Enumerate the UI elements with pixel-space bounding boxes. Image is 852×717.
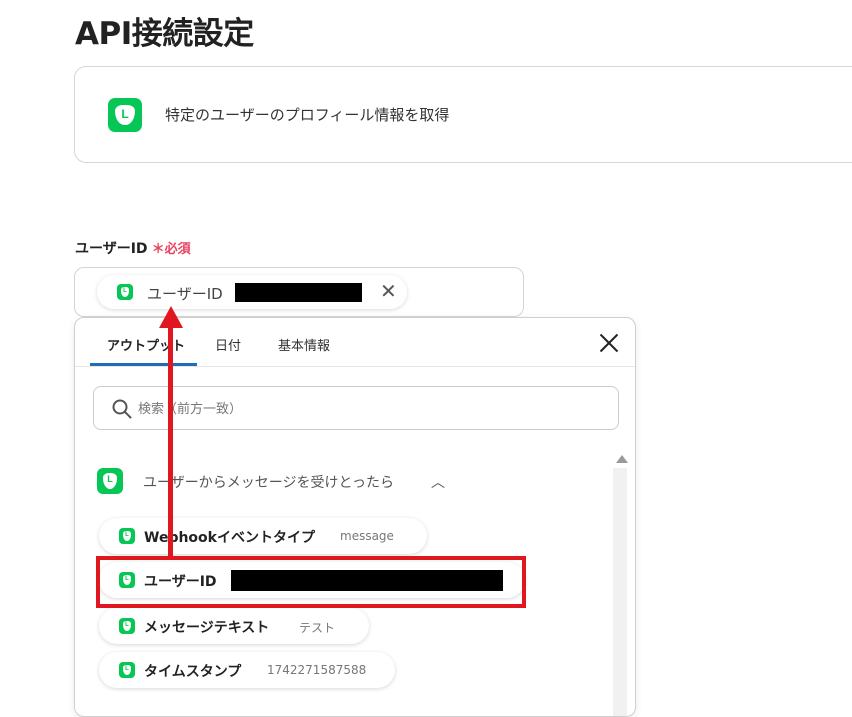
line-icon: L [108,98,142,132]
group-label: ユーザーからメッセージを受けとったら [143,475,395,491]
line-icon: L [117,284,133,300]
line-icon: L [119,528,135,544]
chip-close-icon[interactable]: ✕ [380,279,397,303]
search-input[interactable] [136,395,606,423]
tab-basic-info[interactable]: 基本情報 [278,335,330,354]
page-title: API接続設定 [75,16,254,52]
highlight-box-annotation [96,556,526,608]
output-item-message-text[interactable]: L メッセージテキスト テスト [99,608,369,644]
redacted-value [235,283,362,302]
close-icon[interactable] [596,330,622,356]
output-picker-dropdown: アウトプット 日付 基本情報 L ユーザーからメッセージを受けとったら ︿ L … [74,317,636,717]
output-group-header[interactable]: L ユーザーからメッセージを受けとったら ︿ [97,468,497,498]
output-item-webhook-event-type[interactable]: L Webhookイベントタイプ message [99,518,427,554]
chevron-up-icon[interactable]: ︿ [431,472,445,492]
chip-label: ユーザーID [147,285,223,303]
item-label: メッセージテキスト [144,620,270,636]
item-value: 1742271587588 [267,663,367,677]
action-description: 特定のユーザーのプロフィール情報を取得 [165,106,450,124]
user-id-field[interactable]: L ユーザーID ✕ [74,267,524,317]
tab-date[interactable]: 日付 [215,335,241,354]
line-icon: L [119,662,135,678]
arrow-annotation-shaft [168,324,173,560]
line-icon: L [119,618,135,634]
scroll-up-arrow[interactable] [616,455,628,463]
tab-output[interactable]: アウトプット [107,335,185,354]
scrollbar[interactable] [613,468,627,716]
selected-value-chip[interactable]: L ユーザーID ✕ [97,275,407,309]
active-tab-indicator [90,363,197,366]
item-label: タイムスタンプ [144,664,242,680]
item-value: テスト [299,621,336,635]
search-icon [112,399,132,419]
field-label-text: ユーザーID [75,241,148,257]
action-card: L 特定のユーザーのプロフィール情報を取得 [74,66,852,163]
item-value: message [340,529,394,543]
line-icon: L [97,468,123,494]
field-label: ユーザーID ＊必須 [75,238,191,258]
arrow-annotation-head [159,306,183,328]
required-badge: ＊必須 [151,242,191,257]
